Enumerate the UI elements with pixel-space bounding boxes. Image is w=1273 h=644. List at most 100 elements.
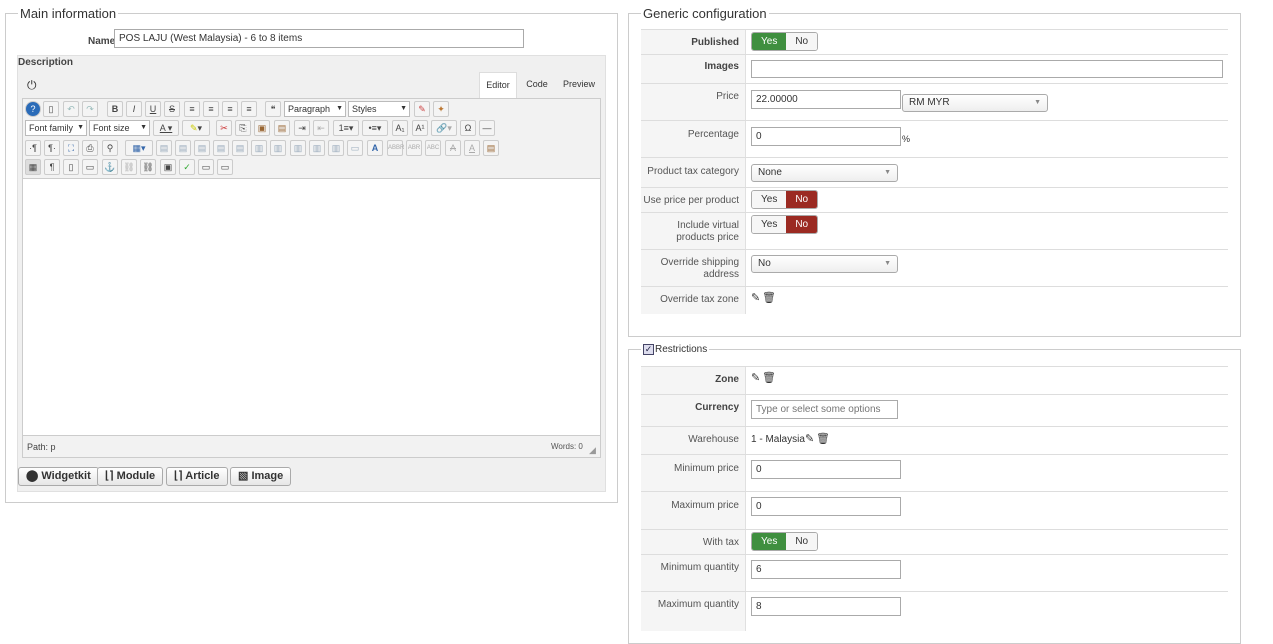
outdent-icon[interactable]: ⇤ [313, 120, 329, 136]
tab-preview[interactable]: Preview [558, 72, 600, 98]
trash-icon[interactable]: 🗑 [762, 371, 776, 384]
paste-icon[interactable]: ▣ [254, 120, 270, 136]
with-tax-no[interactable]: No [786, 533, 818, 550]
cut-icon[interactable]: ✂ [216, 120, 232, 136]
insert-media-icon[interactable]: ▭ [82, 159, 98, 175]
highlight-color-icon[interactable]: ✎▾ [182, 120, 210, 136]
omega-icon[interactable]: Ω [460, 120, 476, 136]
tab-code[interactable]: Code [520, 72, 554, 98]
layer-icon[interactable]: ▭ [347, 140, 363, 156]
pencil-icon[interactable]: ✎ [751, 371, 760, 384]
power-icon[interactable]: ⏻ [27, 78, 37, 93]
price-per-product-toggle[interactable]: Yes No [751, 190, 819, 209]
min-qty-input[interactable] [751, 560, 901, 579]
resize-handle-icon[interactable]: ◢ [589, 445, 596, 456]
paragraph-select[interactable]: Paragraph ▼ [284, 101, 346, 117]
trash-icon[interactable]: 🗑 [816, 432, 830, 445]
underline-icon[interactable]: U [145, 101, 161, 117]
price-per-product-no[interactable]: No [786, 191, 818, 208]
paste-text-icon[interactable]: ▤ [274, 120, 290, 136]
table-icon[interactable]: ▦▾ [125, 140, 153, 156]
with-tax-toggle[interactable]: Yes No [751, 532, 819, 551]
tab-editor[interactable]: Editor [479, 72, 517, 98]
abbr-icon[interactable]: ABBR [387, 140, 404, 156]
price-input[interactable] [751, 90, 901, 109]
eraser-icon[interactable]: ✎ [414, 101, 430, 117]
strikethrough-icon[interactable]: S [164, 101, 180, 117]
visual-aid-icon[interactable]: ▦ [25, 159, 41, 175]
insert-col-before-icon[interactable]: ▥ [251, 140, 267, 156]
table-row-props-icon[interactable]: ▤ [156, 140, 172, 156]
include-virtual-yes[interactable]: Yes [752, 216, 787, 233]
max-qty-input[interactable] [751, 597, 901, 616]
trash-icon[interactable]: 🗑 [762, 291, 776, 304]
horizontal-rule-icon[interactable]: — [479, 120, 495, 136]
delete-col-icon[interactable]: ▥ [290, 140, 306, 156]
insert-link-icon[interactable]: ⛓ [140, 159, 156, 175]
italic-icon[interactable]: I [126, 101, 142, 117]
images-input[interactable] [751, 60, 1223, 78]
editor-content-area[interactable] [22, 178, 601, 436]
unlink-icon[interactable]: ⛓ [121, 159, 137, 175]
numbered-list-icon[interactable]: 1≡▾ [333, 120, 359, 136]
link-icon[interactable]: 🔗▾ [431, 120, 457, 136]
subscript-icon[interactable]: A₁ [392, 120, 408, 136]
text-color-icon[interactable]: A ▾ [153, 120, 179, 136]
show-blocks-icon[interactable]: ¶ [44, 159, 60, 175]
currency-select[interactable]: RM MYR ▼ [902, 94, 1048, 112]
percentage-input[interactable] [751, 127, 901, 146]
font-size-select[interactable]: Font size ▼ [89, 120, 150, 136]
superscript-icon[interactable]: A¹ [412, 120, 428, 136]
currency-input[interactable] [751, 400, 898, 419]
undo-icon[interactable]: ↶ [63, 101, 79, 117]
fullscreen-icon[interactable]: ⛶ [63, 140, 79, 156]
ltr-icon[interactable]: ·¶ [25, 140, 41, 156]
attribs-icon[interactable]: ABC [425, 140, 441, 156]
blockquote-icon[interactable]: ❝ [265, 101, 281, 117]
ins-icon[interactable]: A [464, 140, 480, 156]
align-center-icon[interactable]: ≡ [203, 101, 219, 117]
override-shipping-select[interactable]: No ▼ [751, 255, 898, 273]
acronym-icon[interactable]: ABR [406, 140, 422, 156]
cleanup-icon[interactable]: ✦ [433, 101, 449, 117]
template-icon[interactable]: ▤ [483, 140, 499, 156]
restrictions-checkbox[interactable]: ✓ [643, 344, 654, 355]
font-family-select[interactable]: Font family ▼ [25, 120, 87, 136]
search-icon[interactable]: ⚲ [102, 140, 118, 156]
copy-icon[interactable]: ⎘ [235, 120, 251, 136]
rtl-icon[interactable]: ¶· [44, 140, 60, 156]
insert-row-before-icon[interactable]: ▤ [194, 140, 210, 156]
max-price-input[interactable] [751, 497, 901, 516]
published-no[interactable]: No [786, 33, 818, 50]
published-toggle[interactable]: Yes No [751, 32, 819, 51]
split-cells-icon[interactable]: ▥ [309, 140, 325, 156]
min-price-input[interactable] [751, 460, 901, 479]
spellcheck-icon[interactable]: ✓ [179, 159, 195, 175]
module-button[interactable]: ⌊⌉ Module [97, 467, 164, 486]
redo-icon[interactable]: ↷ [82, 101, 98, 117]
pencil-icon[interactable]: ✎ [805, 432, 814, 445]
include-virtual-no[interactable]: No [786, 216, 818, 233]
print-icon[interactable]: ⎙ [82, 140, 98, 156]
justify-icon[interactable]: ≡ [241, 101, 257, 117]
help-icon[interactable]: ? [25, 101, 41, 117]
bold-icon[interactable]: B [107, 101, 123, 117]
image-button[interactable]: ▧ Image [230, 467, 292, 486]
indent-icon[interactable]: ⇥ [294, 120, 310, 136]
page-break-icon[interactable]: ▭ [198, 159, 214, 175]
align-left-icon[interactable]: ≡ [184, 101, 200, 117]
anchor-icon[interactable]: ⚓ [102, 159, 118, 175]
styles-select[interactable]: Styles ▼ [348, 101, 410, 117]
include-virtual-toggle[interactable]: Yes No [751, 215, 819, 234]
bullet-list-icon[interactable]: •≡▾ [362, 120, 388, 136]
widgetkit-button[interactable]: ⬤ Widgetkit [18, 467, 99, 486]
insert-col-after-icon[interactable]: ▥ [270, 140, 286, 156]
insert-row-after-icon[interactable]: ▤ [213, 140, 229, 156]
style-props-icon[interactable]: A [367, 140, 383, 156]
with-tax-yes[interactable]: Yes [752, 533, 787, 550]
tax-category-select[interactable]: None ▼ [751, 164, 898, 182]
published-yes[interactable]: Yes [752, 33, 787, 50]
insert-image-icon[interactable]: ▣ [160, 159, 176, 175]
article-button[interactable]: ⌊⌉ Article [166, 467, 228, 486]
merge-cells-icon[interactable]: ▥ [328, 140, 344, 156]
